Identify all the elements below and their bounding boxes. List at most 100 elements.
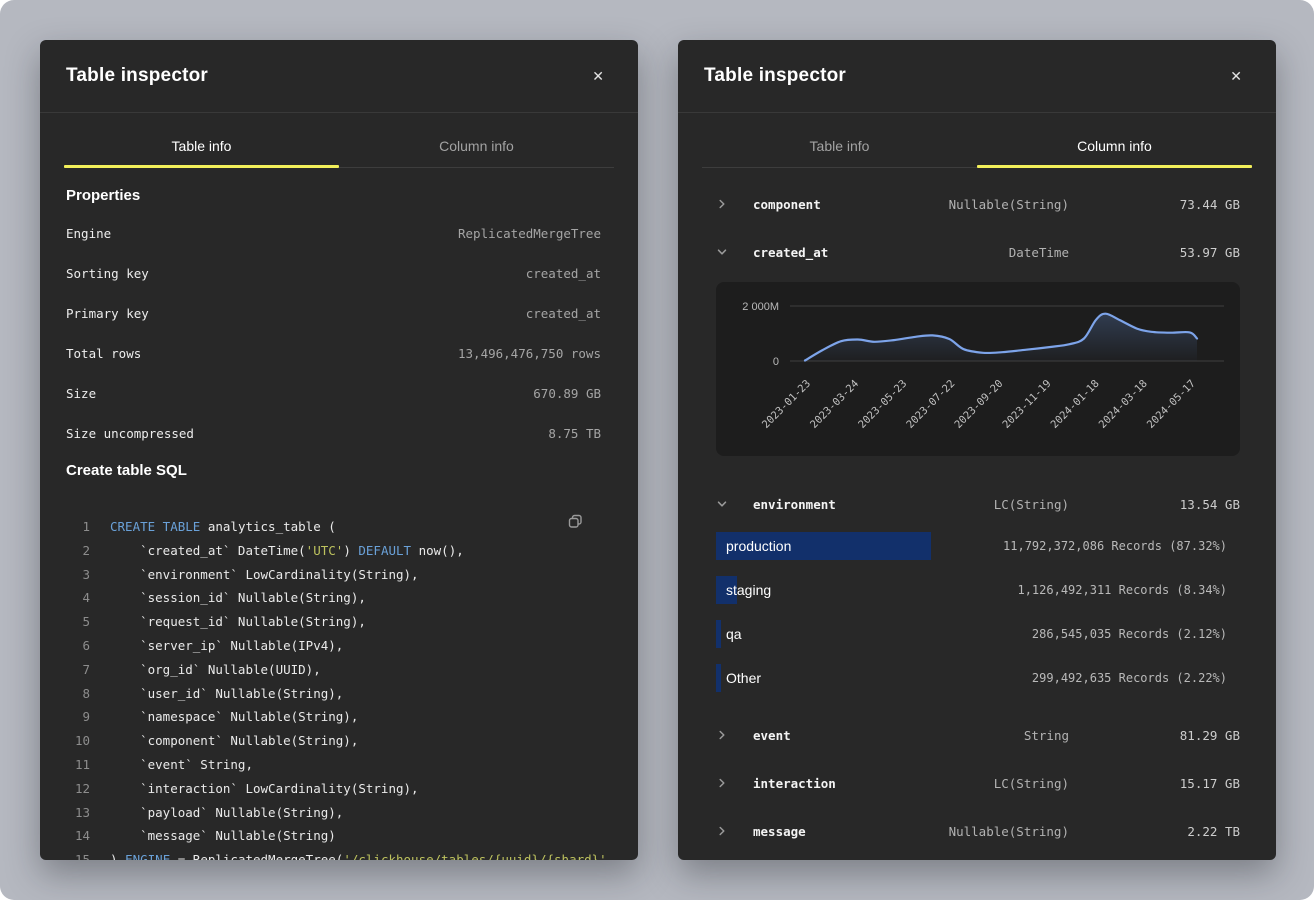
code-text: ) ENGINE = ReplicatedMergeTree('/clickho… xyxy=(110,848,614,860)
properties-list: Engine ReplicatedMergeTree Sorting key crea… xyxy=(66,213,601,453)
dialog-header: Table inspector ✕ xyxy=(678,40,1276,113)
column-size: 2.22 TB xyxy=(1069,824,1240,839)
column-row[interactable]: messageNullable(String)2.22 TB xyxy=(716,807,1240,855)
column-expand-toggle xyxy=(716,729,732,741)
property-row: Size uncompressed8.75 TB xyxy=(66,413,601,453)
column-name: component xyxy=(753,197,949,212)
code-token: `org_id` Nullable(UUID), xyxy=(110,662,321,677)
value-label: qa xyxy=(726,626,742,642)
code-text: CREATE TABLE analytics_table ( xyxy=(110,515,336,539)
chevron-right-icon xyxy=(716,729,728,741)
y-axis-label: 2 000M xyxy=(742,301,779,313)
column-row[interactable]: componentNullable(String)73.44 GB xyxy=(716,180,1240,228)
column-row[interactable]: interactionLC(String)15.17 GB xyxy=(716,759,1240,807)
code-token: now(), xyxy=(411,543,464,558)
code-token: `event` String, xyxy=(110,757,253,772)
code-token: ) xyxy=(110,852,125,860)
chevron-down-icon xyxy=(716,498,728,510)
column-size: 53.97 GB xyxy=(1069,245,1240,260)
line-number: 10 xyxy=(66,729,90,753)
code-text: `event` String, xyxy=(110,753,253,777)
area-fill xyxy=(805,314,1197,361)
line-number: 8 xyxy=(66,682,90,706)
line-number: 13 xyxy=(66,801,90,825)
x-axis-label: 2023-09-20 xyxy=(952,378,1005,431)
code-token: `user_id` Nullable(String), xyxy=(110,686,343,701)
tab-column-info[interactable]: Column info xyxy=(339,113,614,167)
code-token: ) xyxy=(343,543,358,558)
column-expand-toggle xyxy=(716,246,732,258)
sql-line: 2 `created_at` DateTime('UTC') DEFAULT n… xyxy=(66,539,601,563)
property-row: Sorting key created_at xyxy=(66,253,601,293)
table-inspector-dialog-column-info: Table inspector ✕ Table info Column info… xyxy=(678,40,1276,860)
chevron-down-icon xyxy=(716,246,728,258)
column-expand-toggle xyxy=(716,777,732,789)
properties-heading: Properties xyxy=(66,187,601,204)
column-size: 81.29 GB xyxy=(1069,728,1240,743)
code-token: `namespace` Nullable(String), xyxy=(110,709,358,724)
code-token: `request_id` Nullable(String), xyxy=(110,614,366,629)
column-expand-toggle xyxy=(716,198,732,210)
code-token: `component` Nullable(String), xyxy=(110,733,358,748)
column-name: environment xyxy=(753,497,994,512)
line-number: 6 xyxy=(66,634,90,658)
code-token: , xyxy=(607,852,615,860)
copy-icon xyxy=(568,514,583,529)
code-text: `environment` LowCardinality(String), xyxy=(110,563,419,587)
column-row[interactable]: eventString81.29 GB xyxy=(716,711,1240,759)
sql-line: 15) ENGINE = ReplicatedMergeTree('/click… xyxy=(66,848,601,860)
tab-column-info[interactable]: Column info xyxy=(977,113,1252,167)
value-records: 11,792,372,086 Records (87.32%) xyxy=(1003,539,1227,553)
tab-table-info[interactable]: Table info xyxy=(702,113,977,167)
column-name: interaction xyxy=(753,776,994,791)
value-bar xyxy=(716,664,721,692)
sql-line: 14 `message` Nullable(String) xyxy=(66,824,601,848)
code-token: = ReplicatedMergeTree( xyxy=(170,852,343,860)
dialog-header: Table inspector ✕ xyxy=(40,40,638,113)
sql-line: 8 `user_id` Nullable(String), xyxy=(66,682,601,706)
code-text: `org_id` Nullable(UUID), xyxy=(110,658,321,682)
line-number: 9 xyxy=(66,705,90,729)
close-button[interactable]: ✕ xyxy=(1224,63,1248,89)
screenshot-canvas: Table inspector ✕ Table info Column info… xyxy=(0,0,1314,900)
tab-label: Column info xyxy=(1077,138,1152,154)
code-token: `session_id` Nullable(String), xyxy=(110,590,366,605)
column-row[interactable]: created_atDateTime53.97 GB xyxy=(716,228,1240,276)
x-axis-label: 2023-11-19 xyxy=(1000,378,1053,431)
value-records: 299,492,635 Records (2.22%) xyxy=(1032,671,1227,685)
property-label: Primary key xyxy=(66,306,149,321)
value-label: staging xyxy=(726,582,771,598)
column-size: 73.44 GB xyxy=(1069,197,1240,212)
sql-lines: 1 CREATE TABLE analytics_table (2 `create… xyxy=(66,515,601,860)
x-axis-label: 2024-01-18 xyxy=(1049,378,1102,431)
property-label: Engine xyxy=(66,226,111,241)
column-type: Nullable(String) xyxy=(949,824,1069,839)
column-row[interactable]: environmentLC(String)13.54 GB xyxy=(716,480,1240,528)
sql-line: 7 `org_id` Nullable(UUID), xyxy=(66,658,601,682)
property-value: 13,496,476,750 rows xyxy=(458,346,601,361)
tab-table-info[interactable]: Table info xyxy=(64,113,339,167)
property-value: ReplicatedMergeTree xyxy=(458,226,601,241)
value-label: Other xyxy=(726,670,761,686)
value-row: production11,792,372,086 Records (87.32%… xyxy=(716,532,1240,560)
column-type: DateTime xyxy=(1009,245,1069,260)
property-value: created_at xyxy=(526,266,601,281)
property-label: Sorting key xyxy=(66,266,149,281)
close-button[interactable]: ✕ xyxy=(586,63,610,89)
close-icon: ✕ xyxy=(1230,68,1242,84)
copy-button[interactable] xyxy=(565,511,586,535)
line-number: 4 xyxy=(66,586,90,610)
line-number: 14 xyxy=(66,824,90,848)
line-number: 1 xyxy=(66,515,90,539)
value-row: staging1,126,492,311 Records (8.34%) xyxy=(716,576,1240,604)
sql-line: 5 `request_id` Nullable(String), xyxy=(66,610,601,634)
tab-label: Column info xyxy=(439,138,514,154)
column-type: Nullable(String) xyxy=(949,197,1069,212)
value-row: Other 299,492,635 Records (2.22%) xyxy=(716,664,1240,692)
property-label: Size uncompressed xyxy=(66,426,194,441)
line-number: 3 xyxy=(66,563,90,587)
sql-line: 4 `session_id` Nullable(String), xyxy=(66,586,601,610)
create-table-sql-heading: Create table SQL xyxy=(66,462,601,479)
tab-label: Table info xyxy=(810,138,870,154)
code-text: `component` Nullable(String), xyxy=(110,729,358,753)
